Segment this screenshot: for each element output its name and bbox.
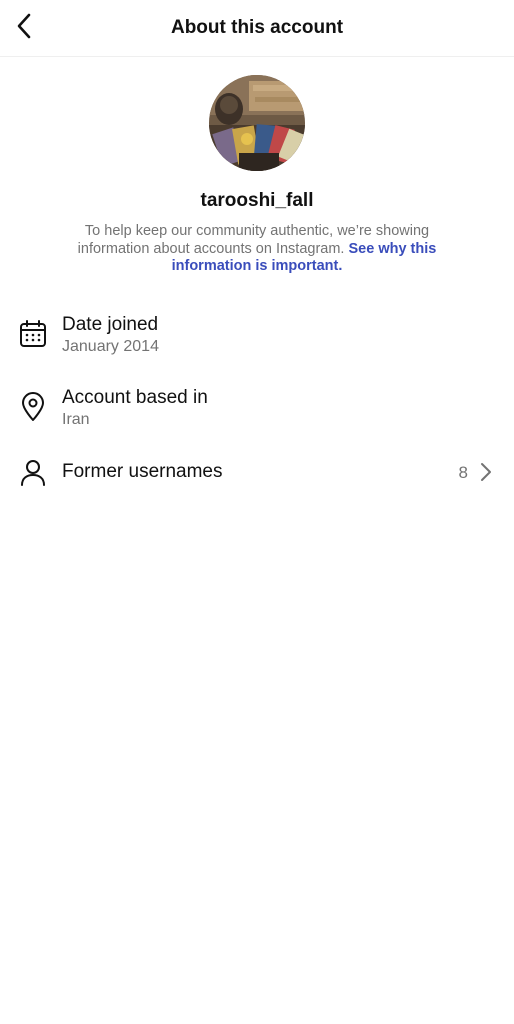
- header-bar: About this account: [0, 0, 514, 57]
- former-usernames-count: 8: [458, 463, 468, 482]
- person-icon: [17, 456, 49, 488]
- date-joined-label: Date joined: [62, 314, 159, 335]
- page-title: About this account: [170, 17, 344, 38]
- date-joined-value: January 2014: [62, 338, 159, 355]
- account-based-in-label: Account based in: [62, 387, 208, 408]
- profile-avatar: [209, 75, 305, 171]
- chevron-right-icon: [478, 460, 494, 484]
- username: tarooshi_fall: [200, 190, 314, 211]
- row-account-based-in: Account based in Iran: [0, 383, 514, 439]
- former-usernames-label: Former usernames: [62, 461, 223, 482]
- row-date-joined: Date joined January 2014: [0, 310, 514, 366]
- row-former-usernames[interactable]: Former usernames 8: [0, 452, 514, 492]
- location-pin-icon: [17, 391, 49, 423]
- info-text: To help keep our community authentic, we…: [60, 223, 454, 276]
- account-based-in-value: Iran: [62, 411, 90, 428]
- calendar-icon: [17, 318, 49, 350]
